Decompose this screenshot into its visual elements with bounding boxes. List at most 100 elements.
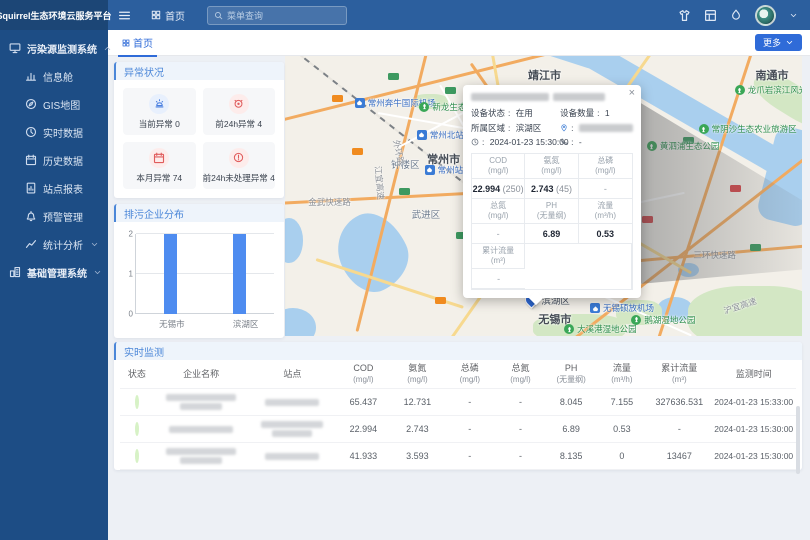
- park-poi-icon: [419, 102, 429, 112]
- compass-icon: [25, 98, 37, 110]
- cell-value: 6.89: [546, 416, 597, 443]
- column-header-监测时间: 监测时间: [711, 360, 796, 389]
- popup-grid-header: 氨氮(mg/l): [525, 154, 578, 179]
- tab-bar: 首页 更多: [108, 30, 810, 56]
- sidebar-item-预警管理[interactable]: 预警管理: [0, 202, 108, 230]
- abnormal-card-label: 当前异常 0: [139, 118, 180, 130]
- menu-search-input[interactable]: 菜单查询: [207, 6, 347, 25]
- table-scrollbar[interactable]: [796, 406, 800, 474]
- cell-value: 2024-01-23 15:30:00: [711, 443, 796, 470]
- map-road-label: 金武快速路: [308, 196, 351, 208]
- bar-滨湖区[interactable]: [233, 234, 246, 314]
- park-poi-icon: [699, 124, 709, 134]
- column-header-企业名称: 企业名称: [154, 360, 249, 389]
- transit-poi-icon: [425, 165, 435, 175]
- popup-grid-value: 2.743 (45): [525, 179, 578, 199]
- chevron-down-icon[interactable]: [789, 11, 798, 20]
- more-button[interactable]: 更多: [755, 34, 802, 51]
- chart-panel-title: 排污企业分布: [114, 204, 284, 222]
- cell-value: 2024-01-23 15:30:00: [711, 416, 796, 443]
- map-poi-label: 常阴沙生态农业旅游区: [699, 123, 797, 135]
- sidebar-item-GIS地图[interactable]: GIS地图: [0, 90, 108, 118]
- column-header-站点: 站点: [248, 360, 336, 389]
- transit-poi-icon: [355, 98, 365, 108]
- sidebar-group-base-admin[interactable]: 基础管理系统: [0, 258, 108, 286]
- sidebar-group-pollution-monitor[interactable]: 污染源监测系统: [0, 34, 108, 62]
- cell-value: 327636.531: [647, 389, 711, 416]
- sidebar-item-信息舱[interactable]: 信息舱: [0, 62, 108, 90]
- topbar-home-link[interactable]: 首页: [151, 8, 185, 23]
- park-poi-icon: [564, 324, 574, 334]
- flame-icon[interactable]: [730, 9, 742, 21]
- x-category-label: 无锡市: [159, 318, 185, 330]
- sidebar-item-label: 信息舱: [43, 69, 73, 84]
- trend-icon: [25, 238, 37, 250]
- y-tick: 1: [121, 270, 133, 279]
- table-row[interactable]: 65.43712.731--8.0457.155327636.5312024-0…: [120, 389, 796, 416]
- siren-icon: [149, 94, 169, 114]
- popup-grid-header: 累计流量(m³): [472, 244, 525, 269]
- cell-value: 8.045: [546, 389, 597, 416]
- cell-value: 41.933: [336, 443, 390, 470]
- sidebar-nav: 污染源监测系统 信息舱 GIS地图 实时数据 历史数据 站点报表 预警管理 统计…: [0, 30, 108, 540]
- map-poi-label: 常州站: [425, 164, 464, 176]
- close-icon[interactable]: ×: [629, 88, 635, 99]
- alarm-icon: [229, 94, 249, 114]
- map-road-label: 江宜高速: [372, 165, 387, 200]
- grid-icon: [151, 10, 161, 20]
- gis-map[interactable]: 常州市无锡市南通市靖江市钟楼区武进区金武快速路三环快速路沪宜高速外环路江宜高速常…: [285, 56, 802, 336]
- abnormal-card-本月异常[interactable]: 本月异常 74: [123, 142, 196, 189]
- cell-value: 7.155: [597, 389, 648, 416]
- abnormal-card-前24h异常[interactable]: 前24h异常 4: [203, 88, 276, 135]
- main-area: 首页 更多 异常状况 当前异常 0 前24h异常 4 本月异常 74 前24h未…: [108, 30, 810, 540]
- phone-icon: [560, 138, 568, 146]
- sidebar-item-实时数据[interactable]: 实时数据: [0, 118, 108, 146]
- bell-icon: [25, 210, 37, 222]
- abnormal-card-当前异常[interactable]: 当前异常 0: [123, 88, 196, 135]
- cell-value: 8.135: [546, 443, 597, 470]
- y-tick: 2: [121, 230, 133, 239]
- avatar[interactable]: [755, 5, 776, 26]
- status-dot-online: [135, 395, 139, 409]
- chevron-down-icon: [90, 240, 99, 249]
- sidebar-item-label: 站点报表: [43, 181, 83, 196]
- status-dot-online: [135, 422, 139, 436]
- popup-grid-header: 总磷(mg/l): [579, 154, 632, 179]
- cell-value: 2024-01-23 15:33:00: [711, 389, 796, 416]
- tab-home[interactable]: 首页: [118, 30, 157, 57]
- transit-poi-icon: [590, 303, 600, 313]
- popup-grid-value: 6.89: [525, 224, 578, 244]
- cell-value: -: [444, 416, 495, 443]
- sidebar-item-历史数据[interactable]: 历史数据: [0, 146, 108, 174]
- abnormal-card-前24h未处理异常[interactable]: 前24h未处理异常 4: [203, 142, 276, 189]
- road-shield: [445, 87, 456, 94]
- road-shield: [399, 188, 410, 195]
- company-name-redacted: [154, 443, 249, 470]
- sidebar-item-站点报表[interactable]: 站点报表: [0, 174, 108, 202]
- popup-grid-value: 22.994 (250): [472, 179, 525, 199]
- calendar-icon: [25, 154, 37, 166]
- layout-icon[interactable]: [704, 9, 717, 22]
- sidebar-item-统计分析[interactable]: 统计分析: [0, 230, 108, 258]
- cell-value: -: [444, 389, 495, 416]
- table-row[interactable]: 41.9333.593--8.1350134672024-01-23 15:30…: [120, 443, 796, 470]
- bar-无锡市[interactable]: [164, 234, 177, 314]
- menu-collapse-icon[interactable]: [118, 9, 131, 22]
- abnormal-card-label: 前24h异常 4: [215, 118, 262, 130]
- y-tick: 0: [121, 310, 133, 319]
- sidebar-item-label: 污染源监测系统: [27, 41, 97, 56]
- map-poi-label: 龙爪岩滨江风光带: [735, 84, 802, 96]
- company-name-redacted: [154, 416, 249, 443]
- sidebar-item-label: 实时数据: [43, 125, 83, 140]
- cell-value: 3.593: [390, 443, 444, 470]
- theme-icon[interactable]: [678, 9, 691, 22]
- bars-icon: [25, 70, 37, 82]
- monitor-icon: [9, 42, 21, 54]
- map-poi-label: 无锡硕放机场: [590, 302, 654, 314]
- topbar-home-label: 首页: [165, 8, 185, 23]
- x-category-label: 滨湖区: [233, 318, 259, 330]
- chevron-up-icon: [103, 44, 112, 53]
- road-shield: [352, 148, 363, 155]
- table-row[interactable]: 22.9942.743--6.890.53-2024-01-23 15:30:0…: [120, 416, 796, 443]
- sidebar-item-label: 历史数据: [43, 153, 83, 168]
